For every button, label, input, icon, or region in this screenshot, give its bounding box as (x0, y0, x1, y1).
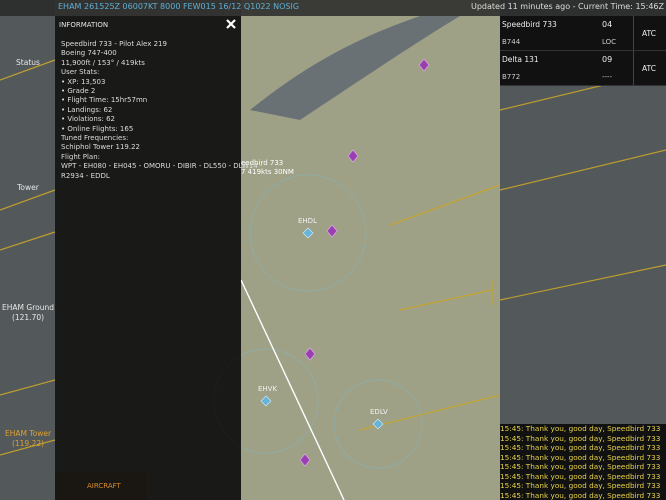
metar-bar: EHAM 261525Z 06007KT 8000 FEW015 16/12 Q… (0, 0, 666, 16)
chat-message: 15:45: Thank you, good day, Speedbird 73… (500, 452, 661, 462)
chat-message: 15:45: Thank you, good day, Speedbird 73… (500, 462, 661, 471)
strip-status: ---- (602, 73, 613, 81)
chat-message: 15:45: Thank you, good day, Speedbird 73… (500, 433, 661, 443)
close-icon[interactable] (225, 18, 237, 30)
panel-title: INFORMATION (59, 21, 109, 29)
flight-strip[interactable]: Delta 131 B772 09 ---- ATC (500, 51, 666, 86)
airport-label-ehdl[interactable]: EHDL (298, 217, 317, 225)
nav-tower[interactable]: Tower (0, 183, 56, 193)
strip-callsign: Speedbird 733 (502, 20, 557, 29)
strip-aircraft-type: B772 (502, 73, 521, 81)
aircraft-tab-label: AIRCRAFT (87, 482, 121, 490)
flight-info: Speedbird 733 - Pilot Alex 219 Boeing 74… (61, 40, 263, 181)
info-alt-hdg-spd: 11,900ft / 153° / 419kts (61, 58, 145, 67)
update-time: Updated 11 minutes ago - Current Time: 1… (470, 2, 664, 11)
nav-status[interactable]: Status (0, 58, 56, 68)
info-tuned-freq-label: Tuned Frequencies: (61, 134, 129, 143)
metar-text: EHAM 261525Z 06007KT 8000 FEW015 16/12 Q… (58, 2, 300, 11)
info-aircraft-type: Boeing 747-400 (61, 49, 117, 58)
strip-number: 09 (602, 55, 613, 64)
info-user-stats: User Stats: (61, 68, 100, 77)
strip-aircraft-type: B744 (502, 38, 521, 46)
strip-number: 04 (602, 20, 613, 29)
info-flight-time: • Flight Time: 15hr57mn (61, 96, 148, 105)
info-flight-plan-route: WPT - EH080 - EH045 - OMORU - DIBIR - DL… (61, 162, 263, 171)
nav-eham-tower[interactable]: EHAM Tower (119.22) (0, 429, 56, 449)
airport-label-ehvk[interactable]: EHVK (258, 385, 277, 393)
info-grade: • Grade 2 (61, 87, 96, 96)
nav-ground-name: EHAM Ground (2, 303, 54, 312)
information-panel: INFORMATION Speedbird 733 - Pilot Alex 2… (55, 16, 263, 500)
flight-strip[interactable]: Speedbird 733 B744 04 LOC ATC (500, 16, 666, 51)
info-flight-plan-label: Flight Plan: (61, 152, 101, 161)
nav-tower-name: EHAM Tower (4, 429, 52, 438)
nav-eham-ground[interactable]: EHAM Ground (121.70) (0, 303, 56, 323)
nav-ground-freq: (121.70) (11, 313, 45, 322)
info-pilot: Speedbird 733 - Pilot Alex 219 (61, 40, 167, 48)
info-tuned-freq: Schiphol Tower 119.22 (61, 143, 141, 152)
chat-message: 15:45: Thank you, good day, Speedbird 73… (500, 481, 661, 490)
chat-log[interactable]: 15:45: Thank you, good day, Speedbird 73… (500, 424, 666, 500)
info-violations: • Violations: 62 (61, 115, 115, 124)
aircraft-tab[interactable]: AIRCRAFT (55, 472, 147, 500)
strip-atc-button[interactable]: ATC (633, 51, 666, 85)
info-online-flights: • Online Flights: 165 (61, 124, 134, 133)
chat-message: 15:45: Thank you, good day, Speedbird 73… (500, 443, 661, 452)
info-flight-plan-route-cont: R2934 - EDDL (61, 171, 110, 180)
info-xp: • XP: 13,503 (61, 77, 106, 86)
strip-callsign: Delta 131 (502, 55, 539, 64)
airport-label-edlv[interactable]: EDLV (370, 408, 388, 416)
strip-atc-label: ATC (642, 64, 656, 73)
chat-message: 15:45: Thank you, good day, Speedbird 73… (500, 471, 661, 481)
strip-atc-button[interactable]: ATC (633, 16, 666, 50)
strip-atc-label: ATC (642, 29, 656, 38)
nav-tower-freq: (119.22) (11, 439, 45, 448)
info-landings: • Landings: 62 (61, 105, 113, 114)
strip-status: LOC (602, 38, 617, 46)
chat-message: 15:45: Thank you, good day, Speedbird 73… (500, 424, 661, 433)
chat-message: 15:45: Thank you, good day, Speedbird 73… (500, 490, 661, 500)
